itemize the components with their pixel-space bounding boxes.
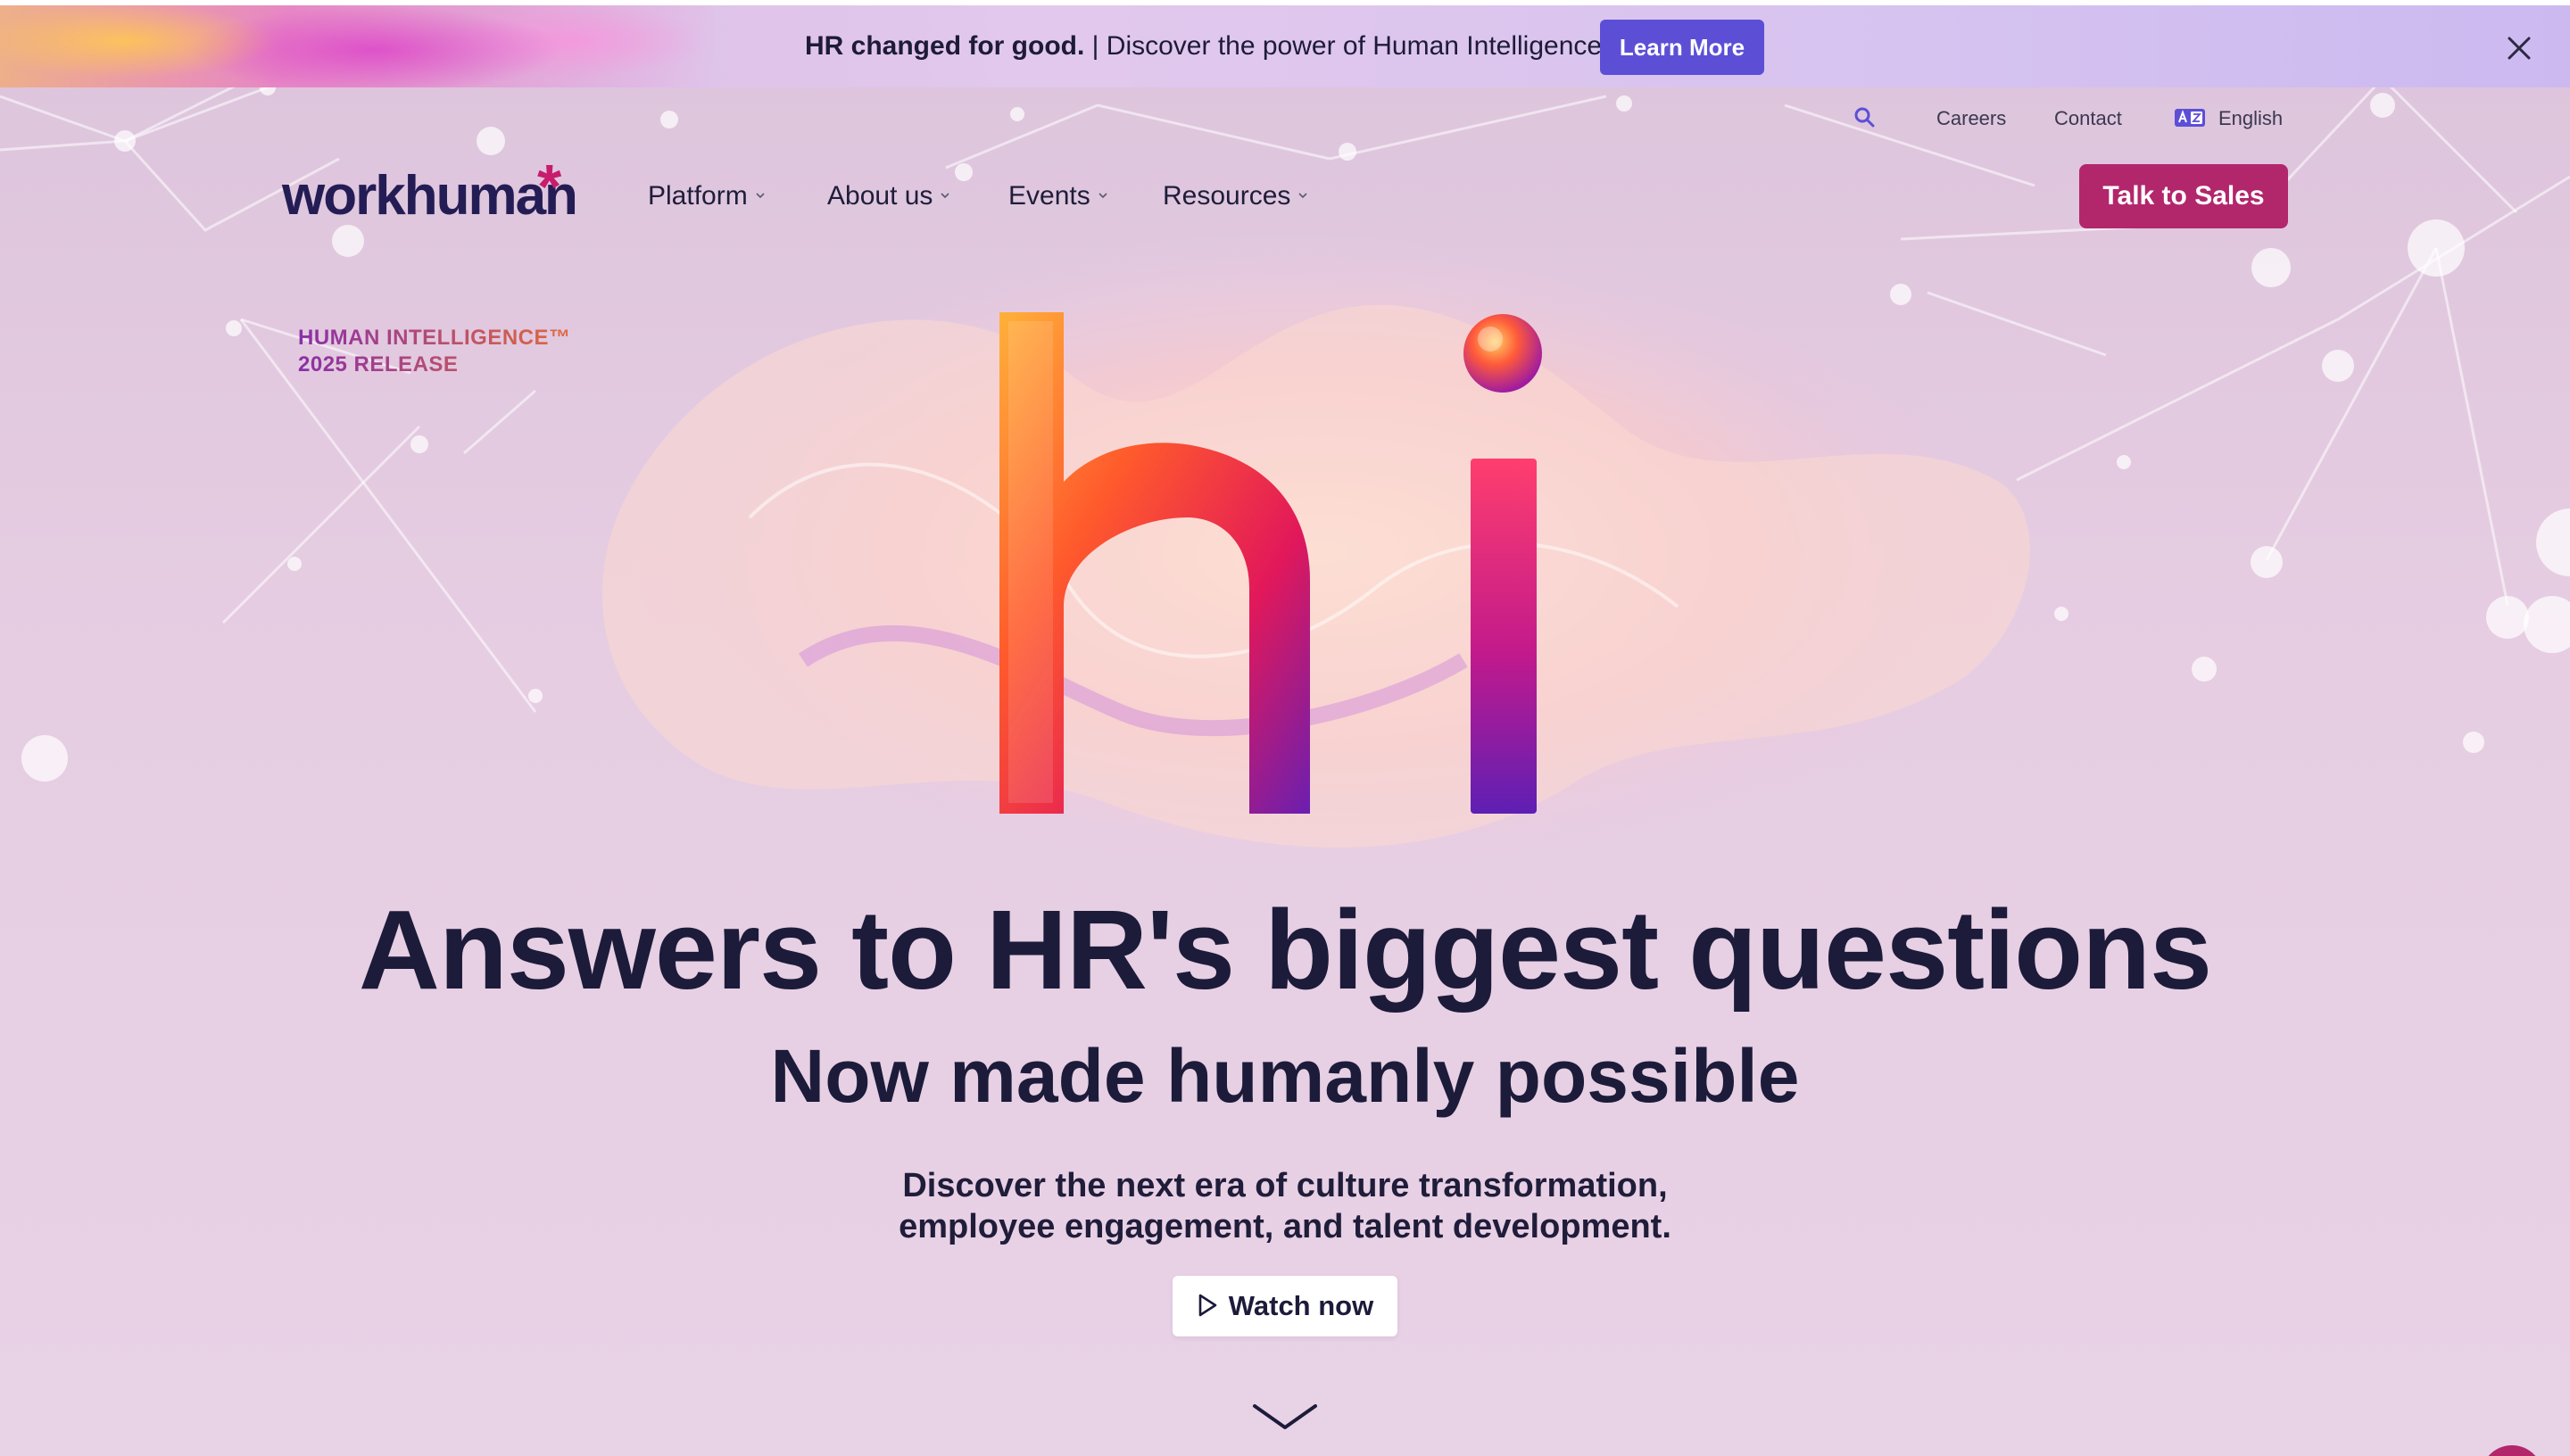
- hero-headline: Answers to HR's biggest questions: [358, 887, 2212, 1013]
- release-line-1: HUMAN INTELLIGENCE™: [298, 326, 571, 350]
- chevron-down-icon[interactable]: [1249, 1399, 1321, 1435]
- language-selector[interactable]: English: [2218, 103, 2283, 134]
- search-icon[interactable]: [1853, 105, 1876, 128]
- contact-link[interactable]: Contact: [2054, 103, 2122, 134]
- talk-to-sales-button[interactable]: Talk to Sales: [2079, 164, 2288, 228]
- nav-events[interactable]: Events: [1008, 175, 1108, 218]
- nav-about-us[interactable]: About us: [827, 175, 950, 218]
- hero-description-line-2: employee engagement, and talent developm…: [899, 1208, 1671, 1245]
- hero-hi-illustration: [602, 232, 2035, 874]
- chevron-down-icon: [1298, 193, 1307, 199]
- workhuman-logo[interactable]: workhuman *: [282, 155, 578, 232]
- nav-platform-label: Platform: [648, 181, 748, 211]
- announcement-text: HR changed for good. | Discover the powe…: [805, 5, 1629, 87]
- chevron-down-icon: [941, 193, 949, 199]
- logo-asterisk: *: [537, 152, 562, 221]
- chevron-down-icon: [1098, 193, 1107, 199]
- hero-description-line-1: Discover the next era of culture transfo…: [902, 1167, 1668, 1204]
- nav-resources[interactable]: Resources: [1163, 175, 1308, 218]
- release-label: HUMAN INTELLIGENCE™ 2025 RELEASE: [298, 325, 571, 378]
- watch-now-button[interactable]: Watch now: [1173, 1276, 1397, 1336]
- announcement-bold-text: HR changed for good.: [805, 31, 1085, 61]
- announcement-message: | Discover the power of Human Intelligen…: [1084, 31, 1629, 61]
- close-icon[interactable]: [2506, 35, 2533, 62]
- hero-subheadline: Now made humanly possible: [770, 1034, 1800, 1118]
- chevron-down-icon: [756, 193, 765, 199]
- nav-resources-label: Resources: [1163, 181, 1291, 211]
- language-icon[interactable]: [2174, 108, 2206, 128]
- play-icon: [1198, 1294, 1217, 1317]
- nav-platform[interactable]: Platform: [648, 175, 766, 218]
- announcement-bar: HR changed for good. | Discover the powe…: [0, 5, 2570, 87]
- hero-description: Discover the next era of culture transfo…: [0, 1165, 2570, 1247]
- careers-link[interactable]: Careers: [1936, 103, 2006, 134]
- announcement-gradient-art: [0, 5, 714, 87]
- nav-events-label: Events: [1008, 181, 1090, 211]
- watch-now-label: Watch now: [1228, 1290, 1374, 1321]
- nav-about-label: About us: [827, 181, 933, 211]
- logo-text: workhuman: [282, 165, 578, 227]
- learn-more-button[interactable]: Learn More: [1600, 20, 1764, 75]
- page: HR changed for good. | Discover the powe…: [0, 0, 2570, 1456]
- release-line-2: 2025 RELEASE: [298, 352, 459, 376]
